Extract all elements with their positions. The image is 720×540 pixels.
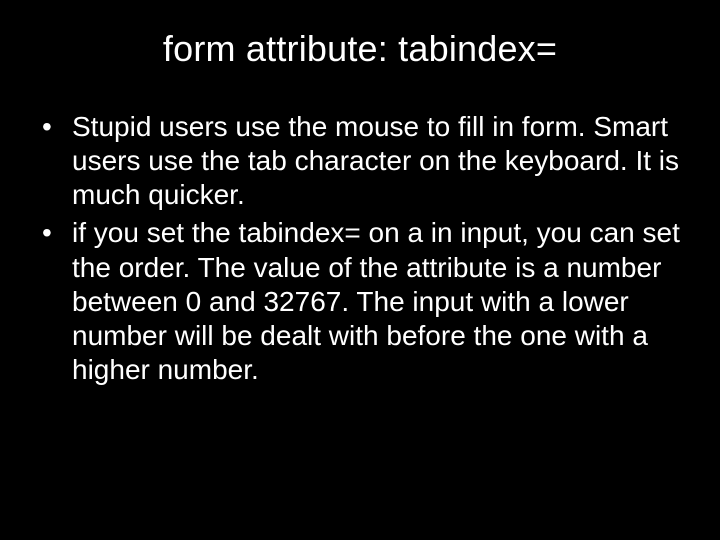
slide-title: form attribute: tabindex= xyxy=(30,28,690,70)
bullet-list: Stupid users use the mouse to fill in fo… xyxy=(30,110,690,387)
bullet-item: if you set the tabindex= on a in input, … xyxy=(34,216,686,387)
slide: form attribute: tabindex= Stupid users u… xyxy=(0,0,720,540)
bullet-item: Stupid users use the mouse to fill in fo… xyxy=(34,110,686,212)
